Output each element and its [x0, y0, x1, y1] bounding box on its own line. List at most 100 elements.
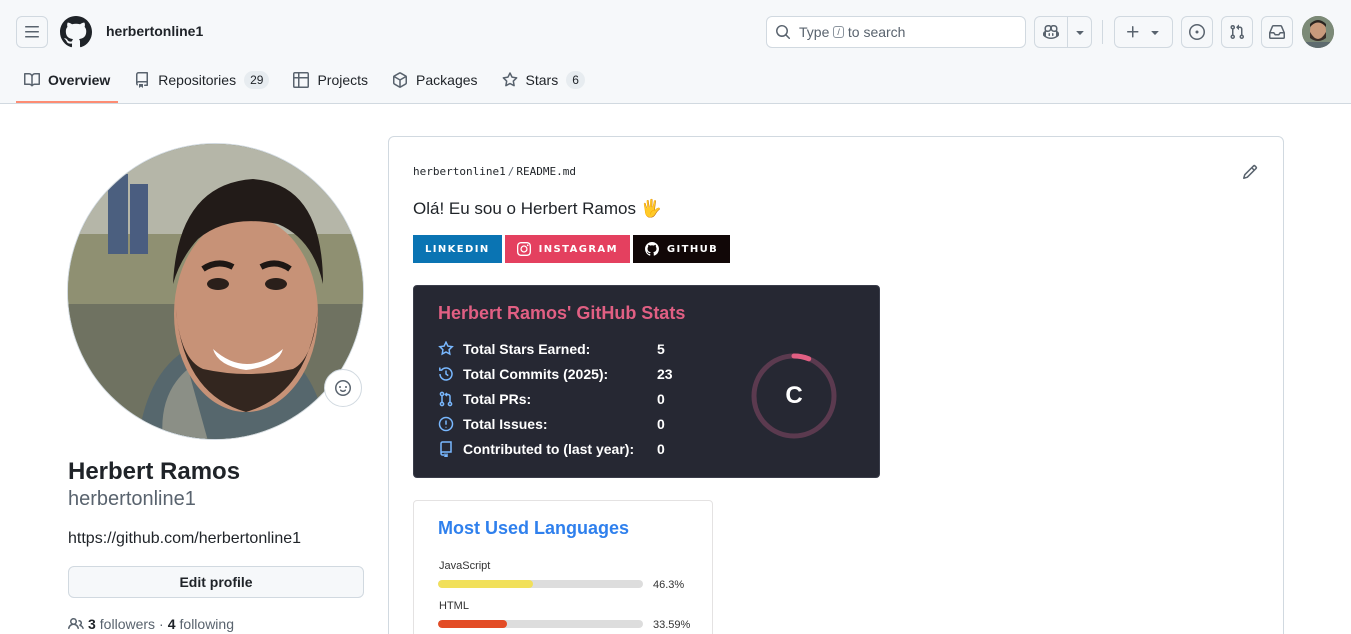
stat-row-contributed: Contributed to (last year): 0 [438, 439, 697, 459]
search-placeholder-after: to search [847, 24, 906, 40]
profile-readme: herbertonline1/README.md Olá! Eu sou o H… [388, 136, 1284, 634]
issue-opened-icon [1189, 24, 1205, 40]
set-status-button[interactable] [324, 369, 362, 407]
stat-label: Total Commits (2025): [463, 366, 609, 382]
tab-repositories[interactable]: Repositories 29 [126, 64, 277, 96]
followers-link[interactable]: followers [100, 616, 155, 632]
social-badges: LINKEDIN INSTAGRAM GITHUB [413, 235, 733, 263]
triangle-down-icon [1075, 31, 1084, 35]
top-header: herbertonline1 Type / to search Overview… [0, 0, 1351, 104]
language-percent: 46.3% [653, 579, 685, 591]
stat-label: Contributed to (last year): [463, 441, 635, 457]
instagram-badge-label: INSTAGRAM [538, 243, 618, 255]
your-pull-requests-button[interactable] [1221, 16, 1253, 48]
smiley-icon [335, 380, 351, 396]
create-new-button[interactable] [1114, 16, 1173, 48]
tab-packages-label: Packages [416, 72, 478, 88]
tab-projects-label: Projects [317, 72, 369, 88]
profile-username: herbertonline1 [68, 488, 196, 510]
tab-overview-label: Overview [48, 72, 111, 88]
stat-row-commits: Total Commits (2025): 23 [438, 364, 697, 384]
tab-packages[interactable]: Packages [384, 64, 485, 96]
github-stats-card: Herbert Ramos' GitHub Stats Total Stars … [413, 285, 880, 478]
user-avatar-menu[interactable] [1302, 16, 1334, 48]
following-link[interactable]: following [180, 616, 234, 632]
header-username-link[interactable]: herbertonline1 [106, 23, 203, 39]
inbox-icon [1269, 25, 1285, 39]
language-bar-fill [438, 580, 533, 588]
pull-request-icon [439, 391, 453, 407]
people-icon [68, 617, 84, 630]
readme-greeting: Olá! Eu sou o Herbert Ramos 🖐️ [413, 199, 662, 218]
linkedin-badge[interactable]: LINKEDIN [413, 235, 502, 263]
history-icon [439, 367, 453, 381]
star-icon [502, 72, 517, 87]
followers-count[interactable]: 3 [88, 616, 96, 632]
stat-value: 0 [657, 441, 665, 457]
readme-path-separator: / [507, 165, 515, 178]
profile-website-link[interactable]: https://github.com/herbertonline1 [68, 530, 301, 548]
stat-row-stars: Total Stars Earned: 5 [438, 339, 697, 359]
stat-value: 23 [657, 366, 673, 382]
following-count[interactable]: 4 [168, 616, 176, 632]
triangle-down-icon [1150, 31, 1159, 35]
stat-row-prs: Total PRs: 0 [438, 389, 697, 409]
stat-value: 5 [657, 341, 665, 357]
your-issues-button[interactable] [1181, 16, 1213, 48]
stat-value: 0 [657, 416, 665, 432]
tab-stars[interactable]: Stars 6 [494, 64, 593, 96]
follow-separator: · [159, 616, 164, 632]
instagram-badge[interactable]: INSTAGRAM [504, 235, 630, 263]
linkedin-badge-label: LINKEDIN [425, 243, 490, 255]
language-bar-track [438, 620, 643, 628]
stat-value: 0 [657, 391, 665, 407]
search-input[interactable]: Type / to search [766, 16, 1026, 48]
language-name: JavaScript [439, 560, 491, 572]
edit-profile-button[interactable]: Edit profile [68, 566, 364, 598]
tab-repositories-label: Repositories [158, 72, 237, 88]
search-shortcut-key: / [833, 26, 844, 38]
copilot-dropdown-button[interactable] [1067, 17, 1091, 47]
profile-avatar[interactable] [67, 143, 364, 440]
copilot-button[interactable] [1035, 17, 1067, 47]
profile-tabs: Overview Repositories 29 Projects Packag… [16, 64, 601, 104]
git-pull-request-icon [1230, 24, 1245, 40]
search-placeholder-before: Type [799, 24, 830, 40]
repo-icon [136, 72, 149, 88]
stat-row-issues: Total Issues: 0 [438, 414, 697, 434]
table-icon [293, 72, 310, 88]
header-divider [1102, 20, 1103, 44]
copilot-icon [1043, 24, 1059, 40]
readme-owner-link[interactable]: herbertonline1 [413, 165, 506, 178]
stat-label: Total Stars Earned: [463, 341, 591, 357]
tab-overview[interactable]: Overview [16, 64, 119, 103]
stars-count: 6 [566, 71, 585, 89]
open-menu-button[interactable] [16, 16, 48, 48]
github-icon [644, 242, 659, 256]
readme-path: herbertonline1/README.md [413, 165, 576, 178]
plus-icon [1126, 26, 1138, 38]
notifications-inbox-button[interactable] [1261, 16, 1293, 48]
rank-letter: C [785, 382, 803, 409]
stat-label: Total Issues: [463, 416, 548, 432]
stats-card-title: Herbert Ramos' GitHub Stats [438, 303, 686, 323]
repo-icon [440, 441, 452, 457]
package-icon [393, 72, 408, 88]
language-bar-track [438, 580, 643, 588]
readme-file-name[interactable]: README.md [516, 165, 576, 178]
language-name: HTML [439, 600, 469, 612]
pencil-icon [1242, 164, 1258, 180]
github-badge-label: GITHUB [666, 243, 719, 255]
tab-projects[interactable]: Projects [285, 64, 376, 96]
copilot-split-button [1034, 16, 1092, 48]
profile-full-name: Herbert Ramos [68, 458, 241, 485]
star-icon [438, 341, 454, 356]
most-used-languages-card: Most Used Languages JavaScript 46.3% HTM… [413, 500, 713, 634]
github-badge[interactable]: GITHUB [632, 235, 731, 263]
edit-readme-button[interactable] [1242, 164, 1258, 180]
book-icon [24, 72, 40, 87]
github-logo-icon[interactable] [59, 16, 92, 48]
language-percent: 33.59% [653, 619, 691, 631]
issue-icon [438, 416, 454, 432]
repositories-count: 29 [244, 71, 270, 89]
